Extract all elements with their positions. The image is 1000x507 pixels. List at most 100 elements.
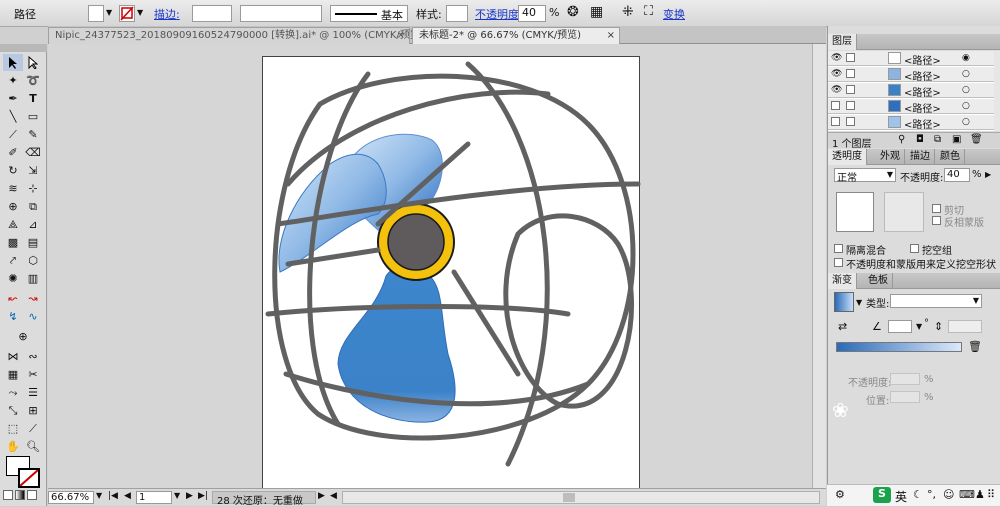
blend-mode-select[interactable]: 正常 ▼ bbox=[834, 168, 896, 184]
tab-color[interactable]: 颜色 bbox=[936, 149, 965, 165]
tray-icon[interactable]: ⚙ bbox=[835, 488, 845, 501]
stroke-weight-field[interactable] bbox=[192, 5, 232, 22]
visibility-toggle[interactable] bbox=[831, 117, 840, 126]
tab-gradient[interactable]: 渐变 bbox=[828, 273, 857, 289]
selection-tool-icon[interactable] bbox=[3, 54, 23, 71]
blend-tool-icon[interactable]: ⬡ bbox=[23, 252, 43, 269]
target-icon[interactable]: ⊕ bbox=[13, 328, 33, 345]
next-artboard-icon[interactable]: ▶ bbox=[186, 491, 193, 501]
perspective-grid-icon[interactable]: ⟁ bbox=[3, 216, 23, 233]
opacity-link[interactable]: 不透明度 bbox=[475, 6, 519, 22]
line-tool-icon[interactable]: ╲ bbox=[3, 108, 23, 125]
close-icon[interactable]: × bbox=[397, 28, 405, 44]
gradient-tool-icon[interactable]: ▤ bbox=[23, 234, 43, 251]
vertical-scrollbar[interactable] bbox=[812, 44, 826, 488]
stroke-swatch[interactable] bbox=[119, 5, 135, 22]
trash-icon[interactable]: 🗑︎ bbox=[970, 134, 983, 145]
zoom-dropdown-icon[interactable]: ▼ bbox=[96, 491, 102, 500]
stop-opacity-field[interactable] bbox=[890, 373, 920, 385]
measure-icon[interactable]: ⤡ bbox=[3, 402, 23, 419]
layer-row[interactable]: 👁︎ <路径> ○ bbox=[828, 67, 994, 83]
type-tool-icon[interactable]: T bbox=[23, 90, 43, 107]
gradient-slider[interactable] bbox=[836, 342, 962, 352]
slice-select-icon[interactable]: ▦ bbox=[3, 366, 23, 383]
angle-field[interactable] bbox=[888, 320, 912, 333]
shape-builder-icon[interactable]: ⊕ bbox=[3, 198, 23, 215]
scroll-left-icon[interactable]: ◀ bbox=[330, 491, 337, 501]
fill-dropdown-icon[interactable]: ▼ bbox=[106, 8, 112, 17]
rectangle-tool-icon[interactable]: ▭ bbox=[23, 108, 43, 125]
canvas-area[interactable] bbox=[48, 44, 826, 488]
perspective-selection-icon[interactable]: ⊿ bbox=[23, 216, 43, 233]
eye-icon[interactable]: 👁︎ bbox=[831, 85, 842, 95]
transform-link[interactable]: 变换 bbox=[663, 6, 685, 22]
tab-swatches[interactable]: 色板 bbox=[864, 273, 893, 289]
reverse-gradient-icon[interactable]: ⇄ bbox=[838, 320, 847, 333]
tab-layers[interactable]: 图层 bbox=[828, 34, 857, 50]
tab-transparency[interactable]: 透明度 bbox=[828, 149, 867, 165]
color-mode-icon[interactable] bbox=[3, 490, 13, 500]
lasso-icon[interactable]: ➰ bbox=[23, 72, 43, 89]
tab-document-2[interactable]: 未标题-2* @ 66.67% (CMYK/预览) × bbox=[412, 27, 620, 44]
last-artboard-icon[interactable]: ▶| bbox=[198, 491, 208, 501]
tab-document-1[interactable]: Nipic_24377523_20180909160524790000 [转换]… bbox=[48, 27, 424, 44]
none-mode-icon[interactable] bbox=[27, 490, 37, 500]
stroke-color-swatch[interactable] bbox=[18, 468, 40, 488]
print-tiling-icon[interactable]: ⊞ bbox=[23, 402, 43, 419]
lock-toggle[interactable] bbox=[846, 85, 855, 94]
prev-artboard-icon[interactable]: ◀ bbox=[124, 491, 131, 501]
opacity-slider-icon[interactable]: ▶ bbox=[985, 170, 991, 179]
fan-hub-center[interactable] bbox=[387, 213, 445, 271]
layer-row[interactable]: 👁︎ <路径> ◉ bbox=[828, 51, 994, 67]
lock-toggle[interactable] bbox=[846, 69, 855, 78]
clip-mask-icon[interactable]: ◘ bbox=[916, 134, 924, 145]
scroll-thumb[interactable] bbox=[563, 493, 575, 502]
new-sublayer-icon[interactable]: ⧉ bbox=[934, 134, 941, 145]
aspect-ratio-icon[interactable]: ⇕ bbox=[934, 320, 943, 333]
direct-selection-tool-icon[interactable] bbox=[23, 54, 43, 71]
tab-stroke[interactable]: 描边 bbox=[906, 149, 935, 165]
gradient-swatch[interactable] bbox=[834, 292, 854, 312]
punctuation-icon[interactable]: °, bbox=[927, 488, 936, 501]
define-knockout-checkbox[interactable] bbox=[834, 258, 843, 267]
fan-cage[interactable] bbox=[265, 61, 641, 467]
warp-tool-icon[interactable]: ≋ bbox=[3, 180, 23, 197]
mesh-tool-icon[interactable]: ▩ bbox=[3, 234, 23, 251]
opacity-field[interactable]: 40 bbox=[518, 5, 546, 22]
sogou-ime-icon[interactable]: S bbox=[873, 487, 891, 503]
eye-icon[interactable]: 👁︎ bbox=[831, 53, 842, 63]
zoom-field[interactable]: 66.67% bbox=[48, 491, 94, 504]
scissors-icon[interactable]: ✂ bbox=[23, 366, 43, 383]
angle-dropdown-icon[interactable]: ▼ bbox=[916, 322, 922, 331]
aspect-ratio-field[interactable] bbox=[948, 320, 982, 333]
horizontal-scrollbar[interactable] bbox=[342, 491, 820, 504]
emoji-icon[interactable]: ☺ bbox=[943, 488, 954, 501]
layers-scrollbar[interactable] bbox=[994, 51, 1000, 131]
brush-profile-field[interactable]: 基本 bbox=[330, 5, 408, 22]
rotate-tool-icon[interactable]: ↻ bbox=[3, 162, 23, 179]
lock-toggle[interactable] bbox=[846, 101, 855, 110]
eye-icon[interactable]: 👁︎ bbox=[831, 69, 842, 79]
clip-checkbox[interactable] bbox=[932, 204, 941, 213]
selection-options-icon[interactable]: ⁜ bbox=[622, 4, 634, 20]
invert-mask-checkbox[interactable] bbox=[932, 216, 941, 225]
align-icon[interactable]: ▦ bbox=[590, 4, 603, 20]
gradient-type-select[interactable]: ▼ bbox=[890, 294, 982, 308]
free-transform-icon[interactable]: ⊹ bbox=[23, 180, 43, 197]
width-tool-icon[interactable]: ↜ bbox=[3, 290, 23, 307]
transparency-opacity-field[interactable]: 40 bbox=[944, 168, 970, 182]
layer-row[interactable]: 👁︎ <路径> ○ bbox=[828, 83, 994, 99]
close-icon[interactable]: × bbox=[607, 28, 615, 44]
gradient-mode-icon[interactable] bbox=[15, 490, 25, 500]
angle-icon[interactable]: ∠ bbox=[872, 320, 882, 333]
isolate-blending-checkbox[interactable] bbox=[834, 244, 843, 253]
keyboard-icon[interactable]: ⌨ bbox=[959, 488, 975, 501]
stroke-link[interactable]: 描边: bbox=[154, 6, 180, 22]
artboard-icon[interactable]: ⬚ bbox=[3, 420, 23, 437]
target-circle-icon[interactable]: ○ bbox=[962, 85, 970, 95]
user-icon[interactable]: ♟ bbox=[975, 488, 985, 501]
layer-row[interactable]: <路径> ○ bbox=[828, 115, 994, 131]
ime-language-label[interactable]: 英 bbox=[895, 488, 907, 505]
target-circle-icon[interactable]: ◉ bbox=[962, 53, 970, 63]
target-circle-icon[interactable]: ○ bbox=[962, 101, 970, 111]
